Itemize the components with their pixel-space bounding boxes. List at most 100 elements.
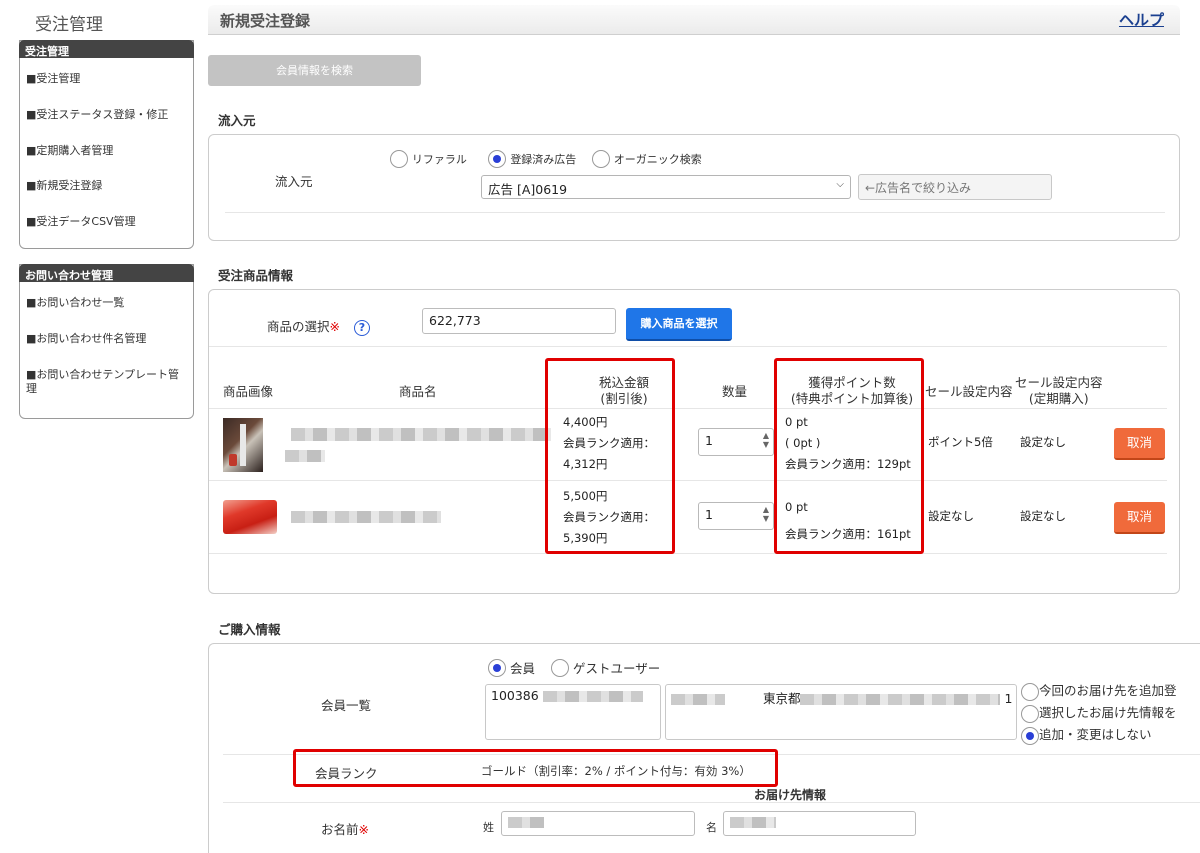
required-mark: ※ <box>329 319 340 334</box>
radio-organic-search-label: オーガニック検索 <box>613 153 702 166</box>
member-address-list[interactable]: 東京都 1 <box>665 684 1017 740</box>
sale-sub-setting: 設定なし <box>1020 509 1066 523</box>
ad-select-value: 広告 [A]0619 <box>488 182 568 197</box>
sidebar-item-order-csv[interactable]: ■受注データCSV管理 <box>20 215 142 229</box>
divider <box>225 212 1165 213</box>
delivery-option-add-label: 今回のお届け先を追加登 <box>1039 683 1177 698</box>
last-name-redacted <box>508 817 544 828</box>
purchase-section-title: ご購入情報 <box>218 622 281 637</box>
sale-sub-setting: 設定なし <box>1020 435 1066 449</box>
delivery-option-update[interactable]: 選択したお届け先情報を <box>1021 702 1200 724</box>
last-name-label: 姓 <box>483 821 494 834</box>
address-redacted <box>800 694 1001 705</box>
col-image-header: 商品画像 <box>223 384 274 399</box>
divider <box>209 553 1167 554</box>
first-name-label: 名 <box>706 821 717 834</box>
col-sale-sub-header-line2: (定期購入) <box>1028 391 1089 406</box>
product-name-redacted <box>291 428 551 441</box>
radio-member[interactable] <box>488 658 506 677</box>
product-name-redacted <box>285 450 325 462</box>
products-panel: 商品の選択※ ? 622,773 購入商品を選択 商品画像 商品名 税込金額 (… <box>208 289 1180 594</box>
product-select-label-group: 商品の選択※ ? <box>267 316 370 336</box>
member-id: 100386 <box>491 688 539 703</box>
delivery-options: 今回のお届け先を追加登 選択したお届け先情報を 追加・変更はしない <box>1021 680 1200 746</box>
first-name-redacted <box>730 817 776 828</box>
sidebar-item-inquiry-templates[interactable]: ■お問い合わせテンプレート管理 <box>20 368 192 396</box>
member-search-button[interactable]: 会員情報を検索 <box>208 55 421 86</box>
quantity-value: 1 <box>705 433 713 448</box>
divider <box>209 346 1167 347</box>
sidebar-item-order-status[interactable]: ■受注ステータス登録・修正 <box>20 108 174 122</box>
last-name-input[interactable] <box>501 811 695 836</box>
member-address-suffix: 1 <box>1004 691 1013 706</box>
delivery-option-update-label: 選択したお届け先情報を <box>1039 705 1177 720</box>
sale-setting: 設定なし <box>928 509 974 523</box>
col-sale-sub-header-line1: セール設定内容 <box>1015 375 1103 390</box>
help-link[interactable]: ヘルプ <box>1119 9 1164 30</box>
ad-filter-input[interactable]: ←広告名で絞り込み <box>858 174 1052 200</box>
delivery-info-header: お届け先情報 <box>754 788 827 802</box>
source-label: 流入元 <box>275 174 313 189</box>
sidebar-item-inquiry-subjects[interactable]: ■お問い合わせ件名管理 <box>20 332 152 346</box>
ad-select[interactable]: 広告 [A]0619 ⌵ <box>481 175 851 199</box>
cancel-button[interactable]: 取消 <box>1114 502 1165 534</box>
spinner-icon[interactable]: ▲ ▼ <box>763 431 769 449</box>
name-label: お名前 <box>321 822 359 837</box>
products-section-title: 受注商品情報 <box>218 268 294 283</box>
product-name-redacted <box>291 511 441 523</box>
page-title: 新規受注登録 <box>220 12 311 30</box>
radio-registered-ad[interactable] <box>488 150 507 168</box>
quantity-stepper[interactable]: 1 ▲ ▼ <box>698 502 774 530</box>
help-icon[interactable]: ? <box>353 320 370 336</box>
page-header: 新規受注登録 ヘルプ <box>208 5 1180 35</box>
spinner-icon[interactable]: ▲ ▼ <box>763 505 769 523</box>
address-redacted <box>671 694 725 705</box>
product-image-detail <box>229 454 237 466</box>
sidebar-title: 受注管理 <box>35 15 103 35</box>
col-qty-header: 数量 <box>722 384 748 399</box>
delivery-option-none[interactable]: 追加・変更はしない <box>1021 724 1200 746</box>
radio-referral-label: リファラル <box>411 153 467 166</box>
source-section-title: 流入元 <box>218 113 256 128</box>
product-image <box>223 418 263 472</box>
sidebar-section-orders: 受注管理 ■受注管理 ■受注ステータス登録・修正 ■定期購入者管理 ■新規受注登… <box>19 40 194 249</box>
delivery-option-none-label: 追加・変更はしない <box>1039 727 1152 742</box>
sidebar-section-inquiries: お問い合わせ管理 ■お問い合わせ一覧 ■お問い合わせ件名管理 ■お問い合わせテン… <box>19 264 194 419</box>
col-sale-sub-header: セール設定内容 (定期購入) <box>1015 375 1103 407</box>
radio-member-label: 会員 <box>509 661 535 676</box>
member-name-redacted <box>542 691 643 702</box>
member-type-radio-group: 会員 ゲストユーザー <box>488 658 660 677</box>
purchase-panel: 会員 ゲストユーザー 会員一覧 100386 東京都 1 今回のお届け先を追加登… <box>208 643 1200 853</box>
radio-guest[interactable] <box>550 658 569 677</box>
required-mark: ※ <box>358 822 369 837</box>
select-product-button[interactable]: 購入商品を選択 <box>626 308 732 341</box>
source-panel: 流入元 リファラル 登録済み広告 オーガニック検索 広告 [A]0619 ⌵ ←… <box>208 134 1180 241</box>
radio-registered-ad-label: 登録済み広告 <box>510 153 577 166</box>
quantity-stepper[interactable]: 1 ▲ ▼ <box>698 428 774 456</box>
sidebar-item-inquiry-list[interactable]: ■お問い合わせ一覧 <box>20 296 130 310</box>
member-id-list[interactable]: 100386 <box>485 684 661 740</box>
sidebar-item-new-order[interactable]: ■新規受注登録 <box>20 179 108 193</box>
divider <box>209 480 1167 481</box>
radio-referral[interactable] <box>390 150 408 168</box>
member-address-prefix: 東京都 <box>762 691 801 706</box>
points-highlight-box <box>774 358 924 554</box>
sidebar-section-header: 受注管理 <box>19 40 194 58</box>
price-highlight-box <box>545 358 675 554</box>
col-sale-header: セール設定内容 <box>925 384 1013 399</box>
divider <box>223 802 1200 803</box>
radio-organic-search[interactable] <box>591 150 610 168</box>
product-select-label: 商品の選択 <box>267 319 330 334</box>
product-code-input[interactable]: 622,773 <box>422 308 616 334</box>
product-image-detail <box>240 424 246 466</box>
sidebar-item-subscribers[interactable]: ■定期購入者管理 <box>20 144 119 158</box>
cancel-button[interactable]: 取消 <box>1114 428 1165 460</box>
col-name-header: 商品名 <box>399 384 437 399</box>
product-image <box>223 500 277 534</box>
delivery-option-add[interactable]: 今回のお届け先を追加登 <box>1021 680 1200 702</box>
quantity-value: 1 <box>705 507 713 522</box>
first-name-input[interactable] <box>723 811 916 836</box>
sidebar-section-header: お問い合わせ管理 <box>19 264 194 282</box>
source-radio-group: リファラル 登録済み広告 オーガニック検索 <box>390 150 702 168</box>
sidebar-item-orders[interactable]: ■受注管理 <box>20 72 86 86</box>
